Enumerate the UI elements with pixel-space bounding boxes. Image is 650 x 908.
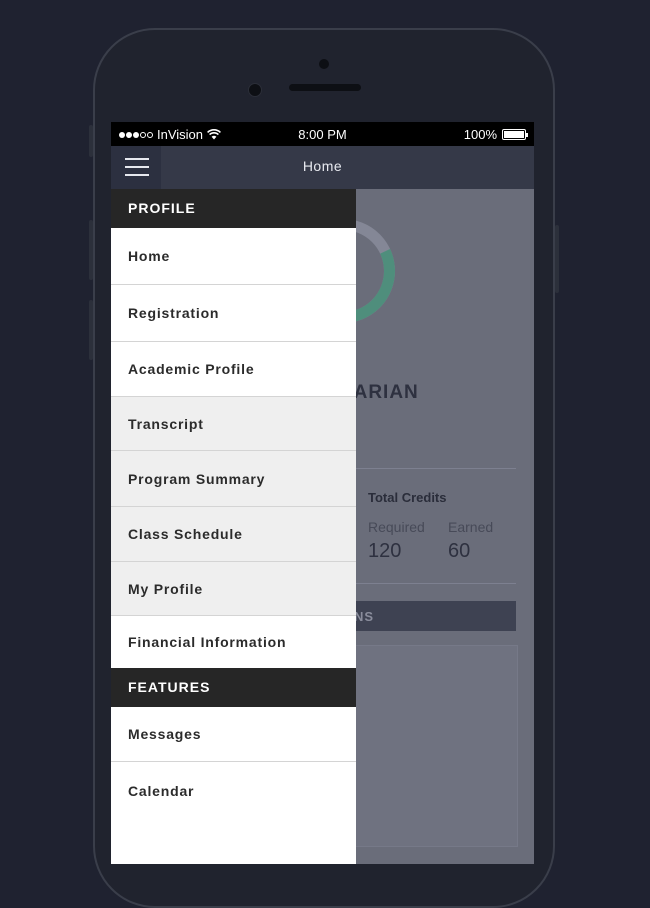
battery-status: 100%: [463, 127, 528, 142]
drawer-item-my-profile[interactable]: My Profile: [111, 562, 356, 616]
earned-value: 60: [448, 540, 471, 562]
earned-label: Earned: [448, 519, 494, 535]
features-section-header: FEATURES: [111, 668, 356, 707]
drawer-item-class-schedule[interactable]: Class Schedule: [111, 507, 356, 562]
drawer-item-label: Financial Information: [128, 634, 287, 650]
total-credits-label: Total Credits: [368, 490, 447, 505]
drawer-item-label: Messages: [128, 726, 202, 742]
required-label: Required: [368, 519, 425, 535]
required-value: 120: [368, 540, 402, 562]
battery-percent: 100%: [463, 127, 497, 142]
drawer-item-label: Program Summary: [128, 470, 266, 487]
drawer-item-label: Class Schedule: [128, 526, 243, 542]
drawer-item-home[interactable]: Home: [111, 228, 356, 285]
nav-title: Home: [302, 158, 343, 174]
drawer-item-label: Transcript: [128, 415, 204, 432]
volume-up-button: [89, 220, 93, 280]
mute-switch: [89, 125, 93, 157]
front-camera: [319, 59, 329, 69]
drawer-item-label: Academic Profile: [128, 361, 255, 377]
drawer-item-label: My Profile: [128, 580, 203, 597]
status-bar: InVision 8:00 PM 100%: [111, 122, 534, 146]
drawer-item-financial-information[interactable]: Financial Information: [111, 616, 356, 668]
drawer-item-program-summary[interactable]: Program Summary: [111, 451, 356, 507]
phone-screen: InVision 8:00 PM 100% Home ZARIAN te Tot…: [111, 122, 534, 864]
drawer-item-label: Registration: [128, 305, 220, 321]
volume-down-button: [89, 300, 93, 360]
drawer-item-calendar[interactable]: Calendar: [111, 762, 356, 819]
drawer-item-messages[interactable]: Messages: [111, 707, 356, 762]
proximity-sensor: [248, 83, 262, 97]
divider: [341, 468, 516, 469]
power-button: [555, 225, 559, 293]
content-card: [341, 645, 518, 847]
drawer-item-registration[interactable]: Registration: [111, 285, 356, 342]
drawer-item-transcript[interactable]: Transcript: [111, 397, 356, 451]
drawer-item-label: Home: [128, 248, 171, 264]
drawer-item-academic-profile[interactable]: Academic Profile: [111, 342, 356, 397]
profile-section-header: PROFILE: [111, 189, 356, 228]
side-drawer: PROFILE Home Registration Academic Profi…: [111, 189, 356, 864]
drawer-item-label: Calendar: [128, 782, 195, 799]
earpiece-speaker: [289, 84, 361, 91]
nav-bar: Home: [111, 146, 534, 189]
battery-icon: [502, 129, 528, 140]
section-bar-label: NS: [354, 609, 375, 624]
divider: [341, 583, 516, 584]
